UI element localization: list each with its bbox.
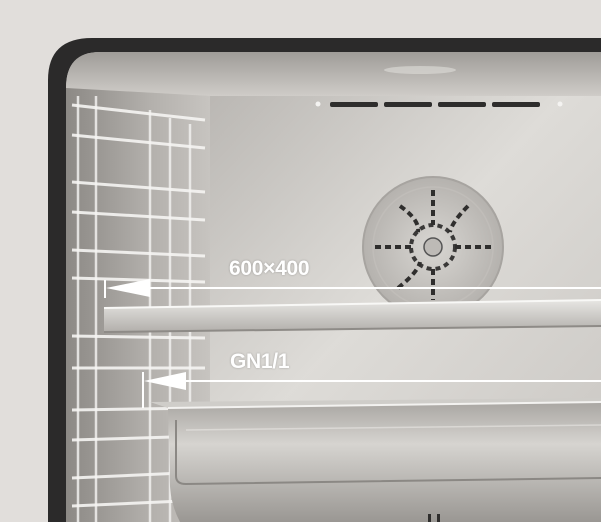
convection-fan-cover	[362, 176, 504, 318]
tray-size-label: 600×400	[229, 257, 310, 280]
gastronorm-pan	[150, 398, 601, 522]
oven-interior-photo: 600×400 GN1/1	[0, 0, 601, 522]
gastronorm-size-label: GN1/1	[230, 350, 290, 373]
